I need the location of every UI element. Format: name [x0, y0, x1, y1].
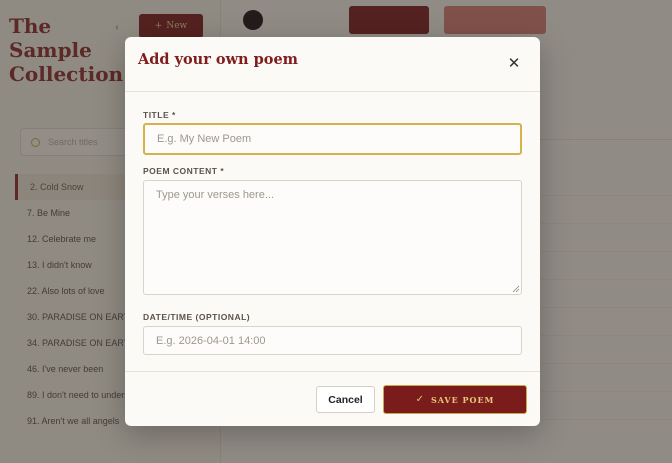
cancel-button[interactable]: Cancel [316, 386, 375, 413]
save-poem-button[interactable]: ✓ SAVE POEM [383, 385, 527, 414]
poem-content-label: POEM CONTENT * [143, 166, 225, 176]
poem-content-textarea[interactable] [143, 180, 522, 295]
title-input[interactable] [143, 123, 522, 155]
title-label: TITLE * [143, 110, 176, 120]
resize-handle-icon[interactable] [512, 285, 520, 293]
save-poem-label: SAVE POEM [430, 394, 495, 405]
add-poem-dialog: Add your own poem ✕ TITLE * POEM CONTENT… [125, 37, 540, 426]
close-icon: ✕ [507, 55, 521, 72]
dialog-title: Add your own poem [138, 51, 299, 68]
check-icon: ✓ [415, 394, 424, 405]
datetime-input[interactable] [143, 326, 522, 355]
close-button[interactable]: ✕ [502, 51, 526, 75]
datetime-label: DATE/TIME (OPTIONAL) [143, 312, 251, 322]
dialog-header: Add your own poem ✕ [125, 37, 540, 92]
